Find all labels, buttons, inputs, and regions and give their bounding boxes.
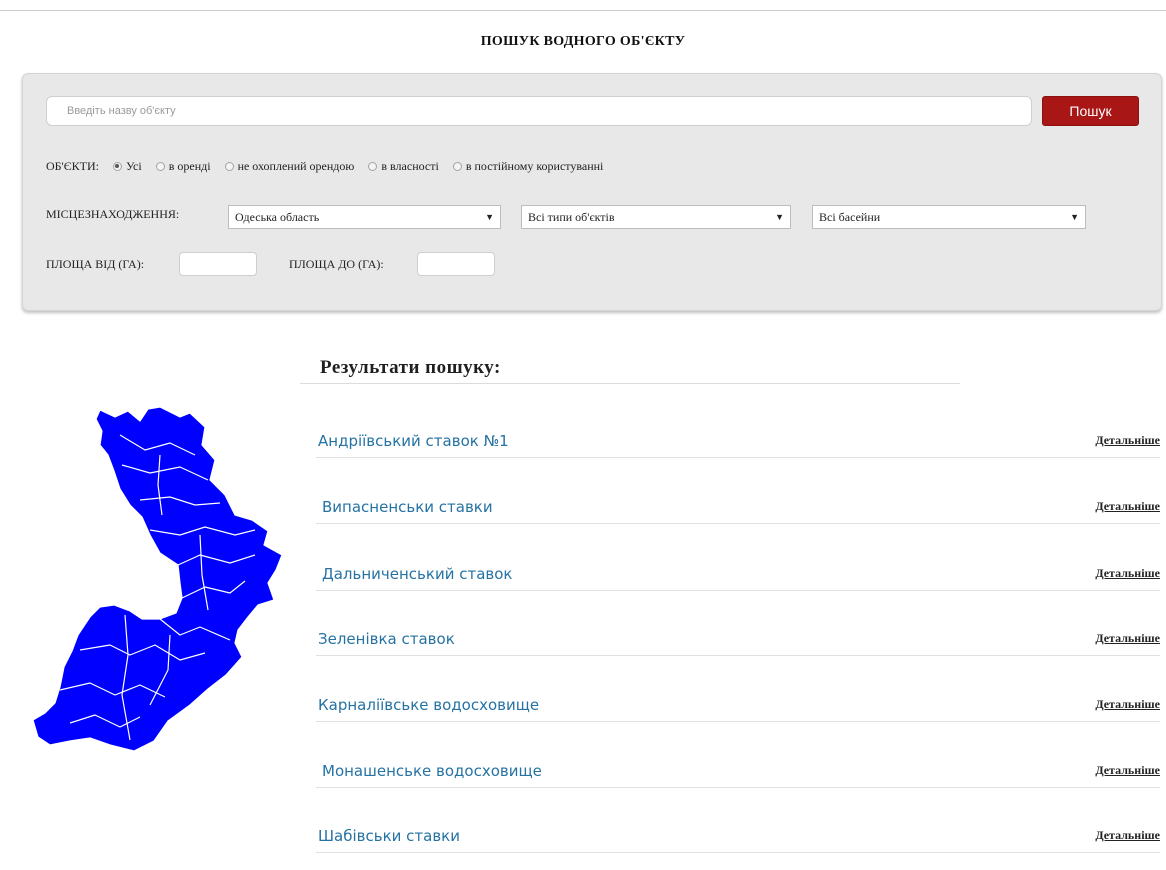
result-item: Карналіївське водосховище Детальніше: [300, 682, 1160, 722]
area-to-label: ПЛОЩА ДО (ГА):: [289, 257, 384, 271]
search-panel: Пошук ОБ'ЄКТИ: Усі в оренді не охоплений…: [22, 73, 1162, 311]
details-link[interactable]: Детальніше: [1095, 499, 1160, 514]
radio-button[interactable]: [452, 161, 462, 171]
result-divider: [316, 721, 1160, 722]
objects-label: ОБ'ЄКТИ:: [46, 158, 99, 173]
radio-button[interactable]: [368, 161, 378, 171]
region-select-value: Одеська область: [235, 210, 320, 224]
result-link[interactable]: Карналіївське водосховище: [318, 696, 539, 714]
result-link[interactable]: Випасненськи ставки: [322, 498, 493, 516]
type-select[interactable]: Всі типи об'єктів ▼: [521, 205, 791, 229]
area-from-label: ПЛОЩА ВІД (ГА):: [46, 257, 145, 271]
result-divider: [316, 852, 1160, 853]
caret-down-icon: ▼: [1070, 212, 1079, 222]
result-link[interactable]: Шабівськи ставки: [318, 827, 460, 845]
basin-select[interactable]: Всі басейни ▼: [812, 205, 1086, 229]
search-button[interactable]: Пошук: [1042, 96, 1139, 126]
radio-label: Усі: [125, 158, 142, 173]
details-link[interactable]: Детальніше: [1095, 828, 1160, 843]
radio-label: в оренді: [168, 158, 211, 173]
details-link[interactable]: Детальніше: [1095, 433, 1160, 448]
radio-label: в власності: [381, 158, 439, 173]
result-divider: [316, 787, 1160, 788]
region-map-icon[interactable]: [30, 405, 285, 755]
result-item: Шабівськи ставки Детальніше: [300, 813, 1160, 853]
details-link[interactable]: Детальніше: [1095, 697, 1160, 712]
radio-label: в постійному користуванні: [465, 158, 604, 173]
result-link[interactable]: Дальниченський ставок: [322, 565, 512, 583]
radio-button[interactable]: [155, 161, 165, 171]
result-item: Монашенське водосховище Детальніше: [300, 748, 1160, 788]
caret-down-icon: ▼: [775, 212, 784, 222]
radio-owned[interactable]: в власності: [368, 158, 439, 174]
details-link[interactable]: Детальніше: [1095, 763, 1160, 778]
results-divider: [300, 383, 960, 384]
result-item: Зеленівка ставок Детальніше: [300, 616, 1160, 656]
result-item: Андріївський ставок №1 Детальніше: [300, 418, 1160, 458]
location-label: МІСЦЕЗНАХОДЖЕННЯ:: [46, 207, 180, 221]
page-title: ПОШУК ВОДНОГО ОБ'ЄКТУ: [480, 34, 686, 49]
radio-label: не охоплений орендою: [237, 158, 355, 173]
radio-button[interactable]: [224, 161, 234, 171]
result-item: Дальниченський ставок Детальніше: [300, 551, 1160, 591]
search-input[interactable]: [46, 96, 1032, 126]
region-select[interactable]: Одеська область ▼: [228, 205, 501, 229]
details-link[interactable]: Детальніше: [1095, 631, 1160, 646]
radio-button[interactable]: [112, 161, 122, 171]
type-select-value: Всі типи об'єктів: [528, 210, 615, 224]
radio-permanent-use[interactable]: в постійному користуванні: [452, 158, 604, 174]
top-divider: [0, 10, 1166, 11]
area-to-input[interactable]: [417, 252, 495, 276]
result-link[interactable]: Андріївський ставок №1: [318, 432, 509, 450]
result-item: Випасненськи ставки Детальніше: [300, 484, 1160, 524]
result-divider: [316, 523, 1160, 524]
result-link[interactable]: Зеленівка ставок: [318, 630, 455, 648]
results-title: Результати пошуку:: [320, 357, 501, 378]
radio-all[interactable]: Усі: [112, 158, 142, 174]
basin-select-value: Всі басейни: [819, 210, 881, 224]
result-divider: [316, 457, 1160, 458]
result-link[interactable]: Монашенське водосховище: [322, 762, 542, 780]
details-link[interactable]: Детальніше: [1095, 566, 1160, 581]
caret-down-icon: ▼: [485, 212, 494, 222]
result-divider: [316, 655, 1160, 656]
result-divider: [316, 590, 1160, 591]
area-from-input[interactable]: [179, 252, 257, 276]
objects-filter: ОБ'ЄКТИ: Усі в оренді не охоплений оренд…: [46, 157, 617, 175]
radio-not-leased[interactable]: не охоплений орендою: [224, 158, 355, 174]
radio-leased[interactable]: в оренді: [155, 158, 211, 174]
